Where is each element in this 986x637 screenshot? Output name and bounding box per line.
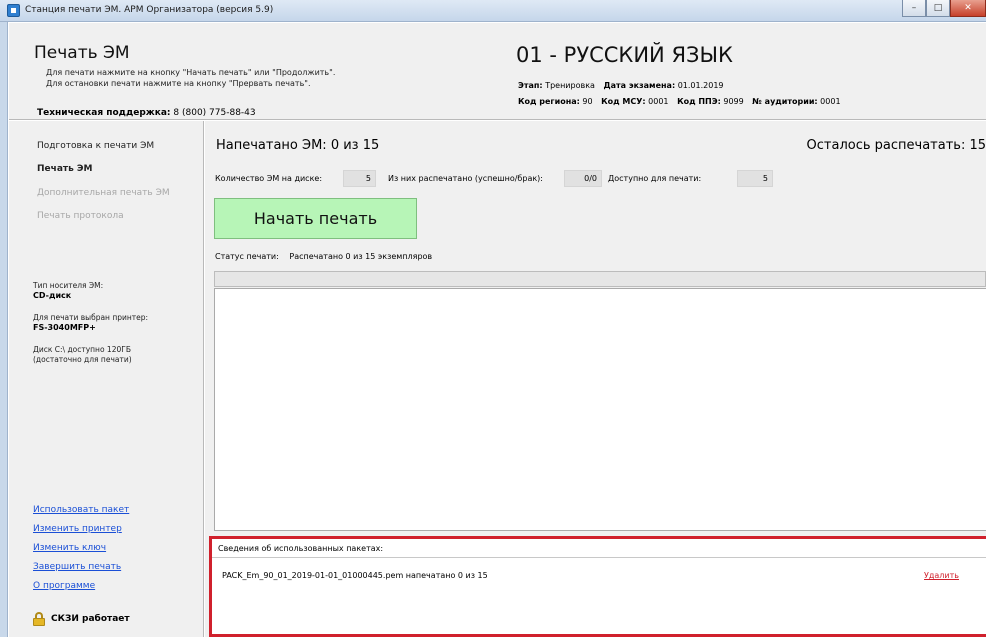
- region-value: 90: [582, 97, 593, 106]
- window-titlebar[interactable]: Станция печати ЭМ. АРМ Организатора (вер…: [0, 0, 986, 22]
- room-value: 0001: [820, 97, 841, 106]
- ppe-label: Код ППЭ:: [677, 97, 721, 106]
- used-packets-header: Сведения об использованных пакетах:: [218, 544, 384, 553]
- window-controls: – □ ✕: [902, 0, 986, 20]
- exam-date-value: 01.01.2019: [677, 81, 724, 90]
- msu-value: 0001: [648, 97, 669, 106]
- printed-ratio-label: Из них распечатано (успешно/брак):: [388, 174, 543, 183]
- ppe-value: 9099: [723, 97, 744, 106]
- nav-prepare[interactable]: Подготовка к печати ЭМ: [37, 141, 154, 151]
- print-status: Статус печати: Распечатано 0 из 15 экзем…: [215, 252, 432, 261]
- msu-label: Код МСУ:: [601, 97, 646, 106]
- close-button[interactable]: ✕: [950, 0, 986, 17]
- printed-count: Напечатано ЭМ: 0 из 15: [216, 138, 380, 153]
- exam-stage-line: Этап: Тренировка Дата экзамена: 01.01.20…: [518, 81, 730, 90]
- support-label: Техническая поддержка:: [37, 108, 171, 118]
- disk-count-value: 5: [343, 170, 376, 187]
- stage-label: Этап:: [518, 81, 543, 90]
- minimize-button[interactable]: –: [902, 0, 926, 17]
- print-hint-stop: Для остановки печати нажмите на кнопку "…: [46, 79, 311, 88]
- link-finish-print[interactable]: Завершить печать: [33, 562, 121, 572]
- disk-space-line2: (достаточно для печати): [33, 355, 132, 364]
- exam-subject: 01 - РУССКИЙ ЯЗЫК: [516, 43, 733, 67]
- printer-value: FS-3040MFP+: [33, 323, 96, 332]
- used-packets-panel: Сведения об использованных пакетах: PACK…: [209, 536, 986, 637]
- window-title: Станция печати ЭМ. АРМ Организатора (вер…: [25, 5, 274, 15]
- sidebar: Подготовка к печати ЭМ Печать ЭМ Дополни…: [9, 121, 204, 637]
- disk-space-line1: Диск C:\ доступно 120ГБ: [33, 345, 131, 354]
- disk-count-label: Количество ЭМ на диске:: [215, 174, 323, 183]
- room-label: № аудитории:: [752, 97, 818, 106]
- support-info: Техническая поддержка: 8 (800) 775-88-43: [37, 108, 256, 118]
- app-icon: [7, 4, 20, 17]
- skzi-status: СКЗИ работает: [33, 612, 130, 626]
- packet-entry: PACK_Em_90_01_2019-01-01_01000445.pem на…: [222, 571, 488, 580]
- stage-value: Тренировка: [545, 81, 595, 90]
- lock-icon: [33, 612, 45, 626]
- link-change-printer[interactable]: Изменить принтер: [33, 524, 122, 534]
- main-panel: Напечатано ЭМ: 0 из 15 Осталось распечат…: [205, 121, 986, 637]
- page-header: Печать ЭМ Для печати нажмите на кнопку "…: [9, 23, 986, 120]
- media-type-label: Тип носителя ЭМ:: [33, 281, 104, 290]
- available-value: 5: [737, 170, 773, 187]
- window-frame-left: [0, 22, 8, 637]
- nav-print-protocol: Печать протокола: [37, 211, 124, 221]
- start-print-button[interactable]: Начать печать: [214, 198, 417, 239]
- print-status-label: Статус печати:: [215, 252, 279, 261]
- media-type-value: CD-диск: [33, 291, 72, 300]
- exam-codes-line: Код региона: 90 Код МСУ: 0001 Код ППЭ: 9…: [518, 97, 847, 106]
- print-progress-bar: [214, 271, 986, 287]
- packet-delete-link[interactable]: Удалить: [924, 571, 959, 580]
- print-hint-start: Для печати нажмите на кнопку "Начать печ…: [46, 68, 336, 77]
- nav-print-em[interactable]: Печать ЭМ: [37, 164, 93, 174]
- skzi-status-text: СКЗИ работает: [51, 614, 130, 624]
- packets-divider: [212, 557, 986, 558]
- printed-ratio-value: 0/0: [564, 170, 602, 187]
- remaining-count: Осталось распечатать: 15: [806, 138, 986, 153]
- maximize-button[interactable]: □: [926, 0, 950, 17]
- exam-date-label: Дата экзамена:: [603, 81, 676, 90]
- link-about[interactable]: О программе: [33, 581, 95, 591]
- support-phone: 8 (800) 775-88-43: [173, 108, 256, 118]
- available-label: Доступно для печати:: [608, 174, 702, 183]
- link-use-packet[interactable]: Использовать пакет: [33, 505, 129, 515]
- print-status-value: Распечатано 0 из 15 экземпляров: [289, 252, 433, 261]
- link-change-key[interactable]: Изменить ключ: [33, 543, 106, 553]
- region-label: Код региона:: [518, 97, 580, 106]
- nav-additional-print: Дополнительная печать ЭМ: [37, 188, 170, 198]
- print-log[interactable]: [214, 288, 986, 531]
- page-title: Печать ЭМ: [34, 43, 130, 63]
- printer-label: Для печати выбран принтер:: [33, 313, 149, 322]
